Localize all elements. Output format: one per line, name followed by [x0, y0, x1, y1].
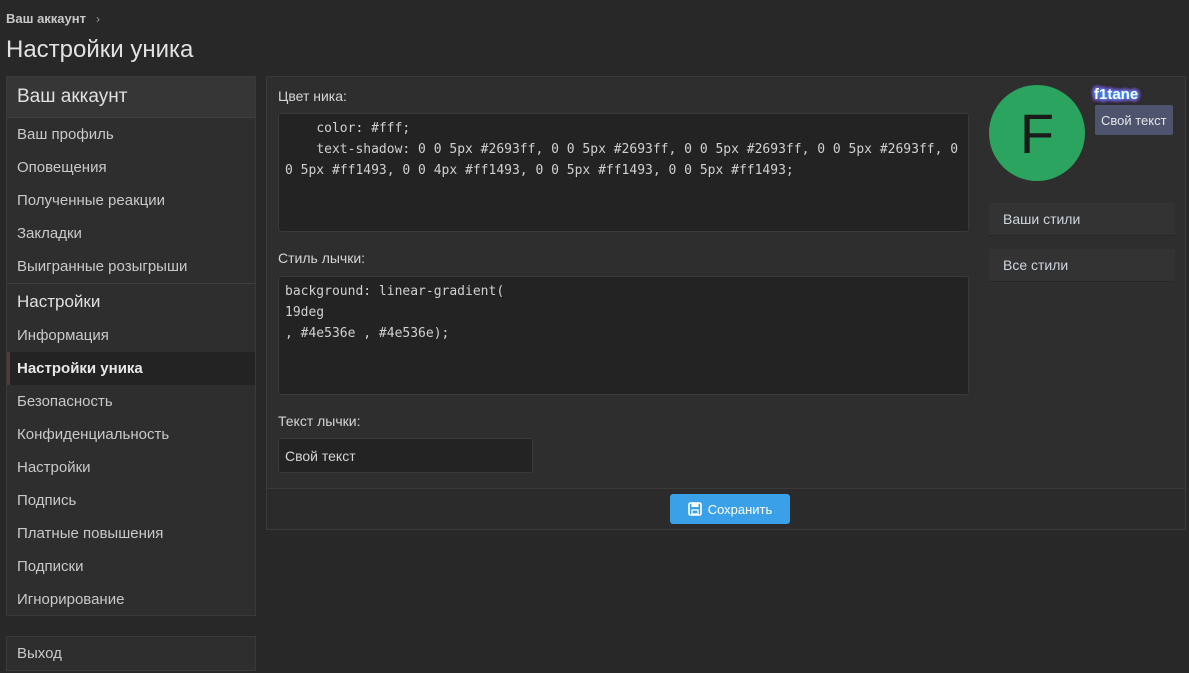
sidebar-header-account: Ваш аккаунт [7, 77, 255, 118]
sidebar-item-security[interactable]: Безопасность [7, 385, 255, 418]
nick-color-label: Цвет ника: [278, 88, 347, 104]
sidebar-item-bookmarks[interactable]: Закладки [7, 217, 255, 250]
chevron-right-icon: › [96, 11, 100, 26]
nick-color-textarea[interactable]: color: #fff; text-shadow: 0 0 5px #2693f… [278, 113, 969, 232]
floppy-disk-icon [687, 502, 702, 516]
breadcrumb: Ваш аккаунт › [6, 11, 100, 26]
sidebar-item-profile[interactable]: Ваш профиль [7, 118, 255, 151]
form-footer: Сохранить [267, 488, 1185, 529]
all-styles-link[interactable]: Все стили [989, 249, 1175, 282]
unique-settings-panel: Цвет ника: color: #fff; text-shadow: 0 0… [266, 76, 1186, 530]
sidebar-item-information[interactable]: Информация [7, 319, 255, 352]
sidebar-item-upgrades[interactable]: Платные повышения [7, 517, 255, 550]
badge-text-input[interactable] [278, 438, 533, 473]
save-button-label: Сохранить [707, 501, 773, 517]
sidebar-item-unique-settings[interactable]: Настройки уника [7, 352, 255, 385]
sidebar-item-privacy[interactable]: Конфиденциальность [7, 418, 255, 451]
sidebar-item-giveaways[interactable]: Выигранные розыгрыши [7, 250, 255, 283]
sidebar-item-ignoring[interactable]: Игнорирование [7, 583, 255, 616]
avatar: F [989, 85, 1085, 181]
your-styles-link[interactable]: Ваши стили [989, 203, 1175, 236]
account-sidebar: Ваш аккаунт Ваш профиль Оповещения Получ… [6, 76, 256, 616]
badge-style-label: Стиль лычки: [278, 250, 366, 266]
page-title: Настройки уника [6, 36, 194, 63]
badge-text-label: Текст лычки: [278, 413, 361, 429]
sidebar-item-notifications[interactable]: Оповещения [7, 151, 255, 184]
sidebar-header-settings: Настройки [7, 283, 255, 319]
sidebar-item-preferences[interactable]: Настройки [7, 451, 255, 484]
logout-link[interactable]: Выход [6, 636, 256, 671]
nickname-preview: f1tane [1094, 86, 1139, 103]
badge-style-textarea[interactable]: background: linear-gradient( 19deg , #4e… [278, 276, 969, 395]
breadcrumb-link-account[interactable]: Ваш аккаунт [6, 11, 86, 26]
save-button[interactable]: Сохранить [670, 494, 790, 524]
sidebar-item-signature[interactable]: Подпись [7, 484, 255, 517]
badge-preview: Свой текст [1095, 105, 1173, 135]
sidebar-item-subscriptions[interactable]: Подписки [7, 550, 255, 583]
sidebar-item-reactions[interactable]: Полученные реакции [7, 184, 255, 217]
